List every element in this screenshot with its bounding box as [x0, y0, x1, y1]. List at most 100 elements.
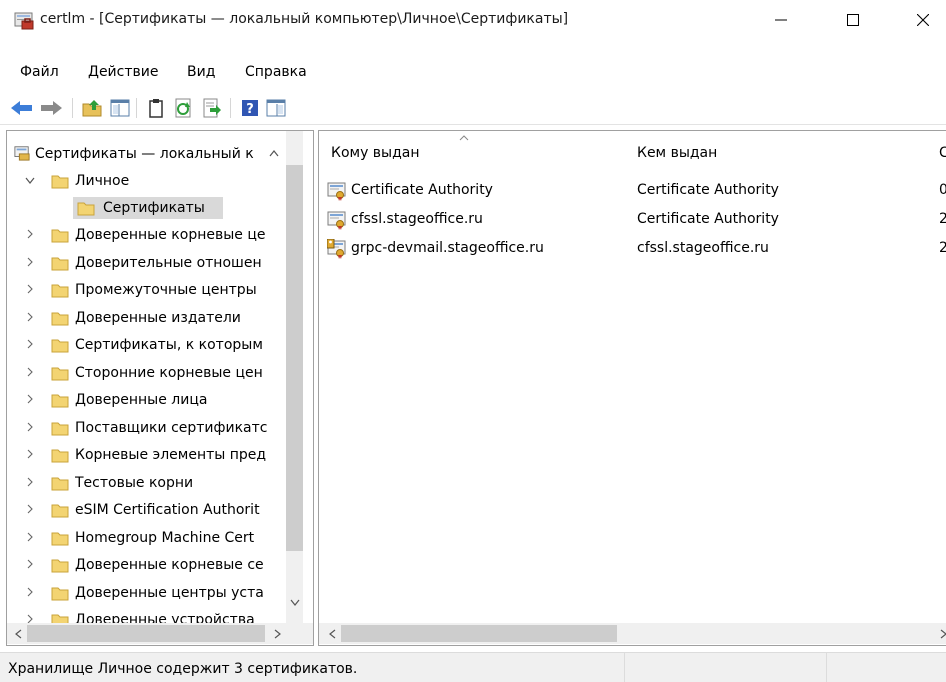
action-pane-button[interactable]	[264, 96, 288, 120]
help-button[interactable]: ?	[238, 96, 262, 120]
chevron-right-icon[interactable]	[25, 366, 35, 378]
column-header-issued-by[interactable]: Кем выдан	[637, 145, 717, 161]
chevron-right-icon[interactable]	[25, 476, 35, 488]
chevron-right-icon[interactable]	[25, 421, 35, 433]
folder-icon	[51, 449, 69, 463]
up-level-button[interactable]	[80, 96, 104, 120]
tree-item-label: Личное	[75, 173, 130, 189]
tree-item-personal[interactable]: Личное	[7, 170, 285, 192]
certlm-app-icon[interactable]	[14, 10, 34, 30]
tree-item[interactable]: Промежуточные центры	[7, 279, 285, 301]
certificate-key-icon	[327, 239, 346, 259]
tree-item-label: Сторонние корневые цен	[75, 364, 263, 381]
tree-item-label: Homegroup Machine Cert	[75, 529, 255, 546]
tree-item[interactable]: Доверенные корневые се	[7, 554, 285, 576]
issued-to-cell: cfssl.stageoffice.ru	[351, 211, 483, 227]
menu-action[interactable]: Действие	[88, 64, 158, 80]
folder-icon	[51, 504, 69, 518]
chevron-down-icon[interactable]	[25, 174, 35, 186]
tree-item-certificates[interactable]: Сертификаты	[7, 197, 285, 219]
forward-arrow-icon	[41, 101, 62, 115]
tree-item[interactable]: Homegroup Machine Cert	[7, 527, 285, 549]
chevron-right-icon[interactable]	[25, 311, 35, 323]
scroll-right-icon[interactable]	[935, 625, 946, 642]
tree-item-label: Промежуточные центры	[75, 282, 257, 298]
tree-item-label: Доверенные корневые се	[75, 557, 264, 573]
minimize-icon	[775, 19, 787, 21]
chevron-right-icon[interactable]	[25, 283, 35, 295]
scroll-right-icon[interactable]	[269, 625, 286, 642]
show-console-tree-icon	[110, 99, 130, 117]
scroll-down-icon[interactable]	[286, 593, 303, 610]
tree-item[interactable]: Доверенные корневые це	[7, 224, 285, 246]
scroll-left-icon[interactable]	[9, 625, 26, 642]
issued-to-cell: Certificate Authority	[351, 182, 493, 198]
tree-item-label: Тестовые корни	[75, 474, 194, 491]
tree-horizontal-scrollbar[interactable]	[7, 623, 313, 644]
column-header-issued-to[interactable]: Кому выдан	[331, 145, 420, 161]
svg-text:?: ?	[246, 102, 254, 117]
expiration-cell: 2	[939, 240, 946, 256]
chevron-right-icon[interactable]	[25, 338, 35, 350]
tree-root[interactable]: Сертификаты — локальный к	[7, 143, 285, 165]
menu-help[interactable]: Справка	[245, 64, 307, 80]
tree-item-label: Корневые элементы пред	[75, 447, 267, 463]
tree-item[interactable]: Доверенные центры уста	[7, 582, 285, 604]
toolbar-separator	[72, 98, 73, 118]
close-icon	[917, 14, 929, 26]
scroll-thumb[interactable]	[341, 625, 617, 642]
scroll-up-arrow[interactable]	[286, 131, 303, 148]
tree-item[interactable]: Поставщики сертификатс	[7, 417, 285, 439]
close-button[interactable]	[900, 0, 946, 40]
forward-button[interactable]	[40, 96, 64, 120]
tree-item[interactable]: Сертификаты, к которым	[7, 334, 285, 356]
export-list-button[interactable]	[200, 96, 224, 120]
list-item[interactable]: Certificate Authority Certificate Authori…	[319, 177, 946, 203]
chevron-right-icon[interactable]	[25, 531, 35, 543]
chevron-right-icon[interactable]	[25, 558, 35, 570]
minimize-button[interactable]	[758, 0, 804, 40]
refresh-button[interactable]	[172, 96, 196, 120]
chevron-right-icon[interactable]	[25, 256, 35, 268]
menu-file[interactable]: Файл	[20, 64, 59, 80]
list-horizontal-scrollbar[interactable]	[319, 623, 946, 644]
tree-item[interactable]: Доверенные лица	[7, 389, 285, 411]
chevron-right-icon[interactable]	[25, 448, 35, 460]
list-item[interactable]: cfssl.stageoffice.ru Certificate Authorit…	[319, 206, 946, 232]
chevron-right-icon[interactable]	[25, 586, 35, 598]
issued-by-cell: Certificate Authority	[637, 211, 779, 227]
list-item[interactable]: grpc-devmail.stageoffice.ru cfssl.stageof…	[319, 235, 946, 261]
tree-item[interactable]: Тестовые корни	[7, 472, 285, 494]
scroll-thumb[interactable]	[286, 165, 303, 551]
tree-item[interactable]: Доверенные издатели	[7, 307, 285, 329]
chevron-right-icon[interactable]	[25, 393, 35, 405]
column-header-expiration[interactable]: С	[939, 145, 946, 161]
tree-item-label: Доверенные издатели	[75, 309, 241, 326]
show-hide-tree-button[interactable]	[108, 96, 132, 120]
chevron-right-icon[interactable]	[25, 503, 35, 515]
folder-open-icon	[51, 175, 69, 189]
folder-icon	[51, 284, 69, 298]
tree-item[interactable]: Сторонние корневые цен	[7, 362, 285, 384]
console-tree[interactable]: Сертификаты — локальный к Личное Сертифи…	[6, 130, 314, 646]
tree-vertical-scrollbar[interactable]	[286, 131, 303, 623]
chevron-right-icon[interactable]	[25, 228, 35, 240]
tree-root-label: Сертификаты — локальный к	[35, 146, 254, 162]
scroll-left-icon[interactable]	[323, 625, 340, 642]
folder-icon	[51, 339, 69, 353]
properties-button[interactable]	[144, 96, 168, 120]
maximize-button[interactable]	[830, 0, 876, 40]
folder-icon	[51, 312, 69, 325]
certificate-list[interactable]: Кому выдан Кем выдан С Certificate Autho…	[318, 130, 946, 646]
expiration-cell: 2	[939, 211, 946, 227]
back-button[interactable]	[10, 96, 34, 120]
window-title: certlm - [Сертификаты — локальный компью…	[40, 11, 569, 27]
scroll-thumb[interactable]	[27, 625, 265, 642]
tree-item[interactable]: Корневые элементы пред	[7, 444, 285, 466]
sort-ascending-icon	[459, 135, 469, 141]
menu-view[interactable]: Вид	[187, 64, 215, 80]
tree-item[interactable]: Доверительные отношен	[7, 252, 285, 274]
tree-item[interactable]: eSIM Certification Authorit	[7, 499, 285, 521]
folder-icon	[51, 367, 69, 380]
folder-icon	[51, 394, 69, 408]
